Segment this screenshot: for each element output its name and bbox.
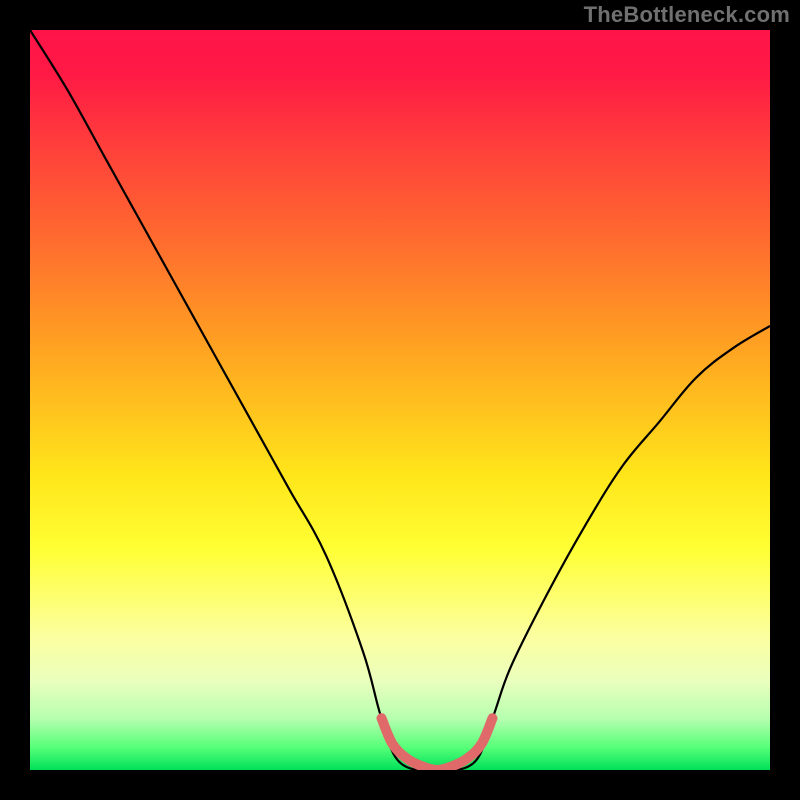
watermark-text: TheBottleneck.com: [584, 2, 790, 28]
plot-area: [30, 30, 770, 770]
chart-frame: TheBottleneck.com: [0, 0, 800, 800]
bottleneck-curve-path: [30, 30, 770, 770]
curves-svg: [30, 30, 770, 770]
